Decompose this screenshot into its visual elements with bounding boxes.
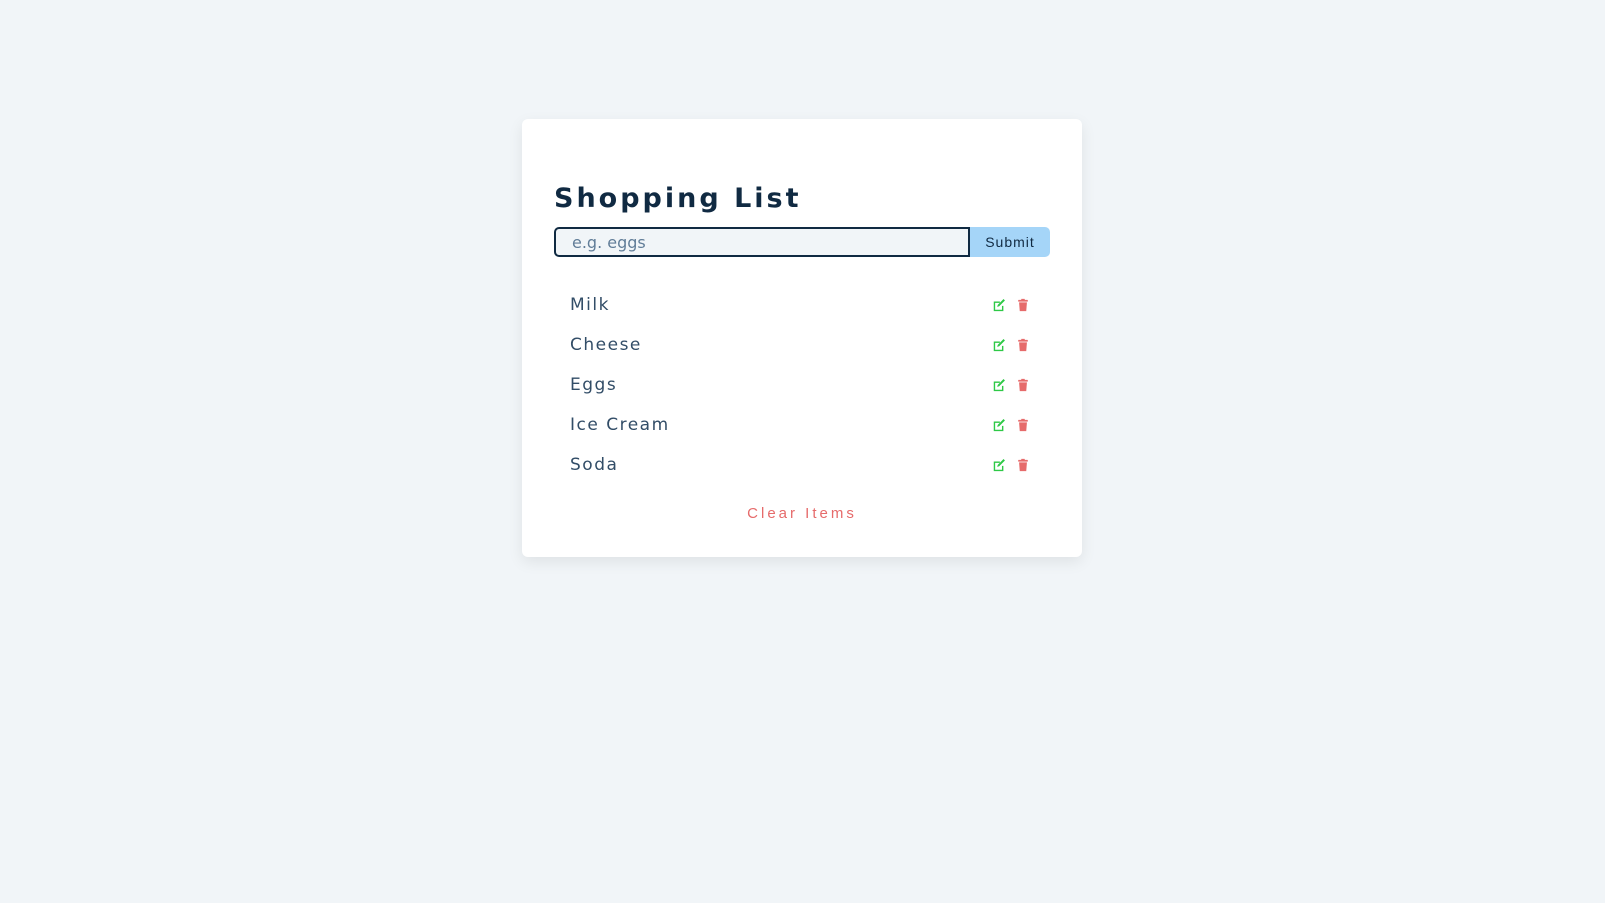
item-actions bbox=[992, 378, 1034, 392]
edit-icon[interactable] bbox=[992, 458, 1006, 472]
trash-icon[interactable] bbox=[1016, 418, 1030, 432]
item-name: Soda bbox=[570, 455, 619, 475]
trash-icon[interactable] bbox=[1016, 458, 1030, 472]
add-item-form: Submit bbox=[554, 227, 1050, 257]
clear-items-button[interactable]: Clear Items bbox=[747, 505, 857, 522]
edit-icon[interactable] bbox=[992, 298, 1006, 312]
edit-icon[interactable] bbox=[992, 418, 1006, 432]
item-actions bbox=[992, 458, 1034, 472]
item-input[interactable] bbox=[554, 227, 970, 257]
item-list: Milk Cheese Eggs Ice Cream Soda bbox=[554, 285, 1050, 485]
trash-icon[interactable] bbox=[1016, 298, 1030, 312]
list-item: Ice Cream bbox=[554, 405, 1050, 445]
item-name: Ice Cream bbox=[570, 415, 670, 435]
item-actions bbox=[992, 298, 1034, 312]
item-actions bbox=[992, 418, 1034, 432]
list-item: Soda bbox=[554, 445, 1050, 485]
item-name: Cheese bbox=[570, 335, 642, 355]
list-item: Eggs bbox=[554, 365, 1050, 405]
clear-container: Clear Items bbox=[522, 505, 1082, 523]
shopping-list-card: Shopping List Submit Milk Cheese bbox=[522, 119, 1082, 557]
item-actions bbox=[992, 338, 1034, 352]
edit-icon[interactable] bbox=[992, 338, 1006, 352]
item-name: Milk bbox=[570, 295, 610, 315]
item-name: Eggs bbox=[570, 375, 618, 395]
page-title: Shopping List bbox=[554, 183, 802, 214]
submit-button[interactable]: Submit bbox=[970, 227, 1050, 257]
list-item: Cheese bbox=[554, 325, 1050, 365]
trash-icon[interactable] bbox=[1016, 338, 1030, 352]
trash-icon[interactable] bbox=[1016, 378, 1030, 392]
list-item: Milk bbox=[554, 285, 1050, 325]
edit-icon[interactable] bbox=[992, 378, 1006, 392]
